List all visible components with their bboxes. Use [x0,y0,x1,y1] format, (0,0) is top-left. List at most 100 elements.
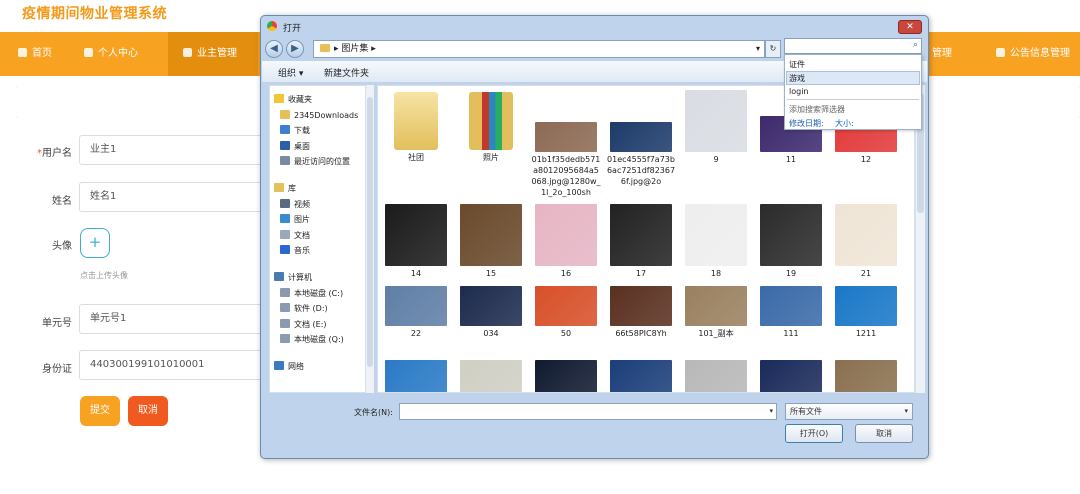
id-field[interactable]: 440300199101010001 [79,350,279,380]
nav-profile[interactable]: 个人中心 [84,32,154,76]
file-item[interactable] [531,360,601,392]
sidebar-item-label: 软件 (D:) [294,304,328,314]
organize-menu[interactable]: 组织 ▾ [278,66,303,79]
file-name: 15 [485,269,497,278]
refresh-button[interactable]: ↻ [765,40,781,58]
file-item[interactable] [456,360,526,392]
name-field[interactable]: 姓名1 [79,182,279,212]
image-thumbnail [610,122,672,152]
sidebar-item[interactable]: 文档 (E:) [280,317,327,332]
sidebar-item[interactable]: 软件 (D:) [280,301,328,316]
sidebar-item[interactable]: 库 [274,181,296,196]
file-item[interactable]: 18 [681,204,751,279]
sidebar-item-label: 收藏夹 [288,95,312,104]
file-item[interactable]: 22 [381,286,451,339]
library-icon [274,183,284,192]
nav-announcement[interactable]: 公告信息管理 [996,32,1080,76]
address-bar[interactable]: ▸ 图片集 ▸ ▾ [313,40,765,58]
suggestion-item[interactable]: login [789,87,809,96]
file-item[interactable] [381,360,451,392]
new-folder-button[interactable]: 新建文件夹 [324,66,369,79]
submit-button[interactable]: 提交 [80,396,120,426]
file-item[interactable] [606,360,676,392]
cancel-button[interactable]: 取消 [128,396,168,426]
sidebar-item[interactable]: 音乐 [280,243,310,258]
sidebar-item[interactable]: 下载 [280,123,310,138]
scrollbar-thumb[interactable] [367,97,373,367]
filter-date-link[interactable]: 修改日期: [789,118,824,129]
file-item[interactable]: 19 [756,204,826,279]
sidebar-item[interactable]: 桌面 [280,139,310,154]
file-item[interactable]: 50 [531,286,601,339]
notice-icon [996,48,1005,57]
sidebar-item[interactable]: 网络 [274,359,304,374]
desktop-icon [280,140,290,150]
username-field[interactable]: 业主1 [79,135,279,165]
forward-button[interactable]: ▶ [286,40,304,58]
open-button[interactable]: 打开(O) [785,424,843,443]
dialog-titlebar[interactable]: 打开 ✕ [261,16,928,38]
user-icon [84,48,93,57]
file-item[interactable]: 17 [606,204,676,279]
folder-item[interactable]: 照片 [456,90,526,163]
file-item[interactable]: 01ec4555f7a73b6ac7251df823676f.jpg@2o [606,90,676,187]
file-item[interactable]: 21 [831,204,901,279]
file-item[interactable]: 034 [456,286,526,339]
sidebar-item[interactable]: 图片 [280,212,310,227]
computer-icon [274,272,284,281]
sidebar-item[interactable]: 文档 [280,228,310,243]
nav-management[interactable]: 管理 [932,32,972,76]
file-item[interactable]: 111 [756,286,826,339]
file-item[interactable] [831,360,901,392]
close-button[interactable]: ✕ [898,20,922,34]
folder-item[interactable]: 社团 [381,90,451,163]
nav-owner-management[interactable]: 业主管理 [168,32,258,76]
sidebar-item[interactable]: 本地磁盘 (C:) [280,286,343,301]
document-icon [280,229,290,239]
sidebar-item[interactable]: 计算机 [274,270,312,285]
filename-input[interactable]: ▾ [399,403,777,420]
file-item[interactable] [681,360,751,392]
file-item[interactable]: 15 [456,204,526,279]
sidebar-item[interactable]: 视频 [280,197,310,212]
back-button[interactable]: ◀ [265,40,283,58]
address-sep: ▸ [334,44,339,54]
image-thumbnail [835,360,897,392]
search-icon[interactable]: ⌕ [913,40,918,50]
file-item[interactable]: 9 [681,90,751,165]
file-item[interactable]: 01b1f35dedb571a8012095684a5068.jpg@1280w… [531,90,601,198]
sidebar-item-label: 计算机 [288,273,312,282]
file-item[interactable]: 1211 [831,286,901,339]
nav-home[interactable]: 首页 [18,32,68,76]
sidebar-item[interactable]: 本地磁盘 (Q:) [280,332,344,347]
suggestion-item[interactable]: 游戏 [789,73,805,84]
image-thumbnail [760,204,822,266]
sidebar-item[interactable]: 收藏夹 [274,92,312,107]
sidebar-scrollbar[interactable] [365,85,374,393]
image-thumbnail [685,360,747,392]
chevron-down-icon[interactable]: ▾ [769,407,773,415]
unit-label: 单元号 [42,318,72,329]
sidebar-item[interactable]: 2345Downloads [280,108,358,123]
sidebar-item[interactable]: 最近访问的位置 [280,154,350,169]
image-thumbnail [760,360,822,392]
unit-field[interactable]: 单元号1 [79,304,279,334]
sidebar-item-label: 下载 [294,126,310,136]
file-item[interactable]: 66t58PIC8Yh [606,286,676,339]
address-dropdown-icon[interactable]: ▾ [756,41,760,57]
suggestion-item[interactable]: 证件 [789,59,805,70]
filetype-select[interactable]: 所有文件 ▾ [785,403,913,420]
dialog-cancel-button[interactable]: 取消 [855,424,913,443]
home-icon [18,48,27,57]
file-item[interactable]: 16 [531,204,601,279]
folder-icon [320,44,330,52]
avatar-upload-button[interactable]: + [80,228,110,258]
file-item[interactable] [756,360,826,392]
file-name: 101_副本 [698,329,734,338]
file-list-scrollbar[interactable] [915,85,925,393]
search-field[interactable]: ⌕ [784,38,922,54]
file-item[interactable]: 14 [381,204,451,279]
owner-icon [183,48,192,57]
file-item[interactable]: 101_副本 [681,286,751,339]
filter-size-link[interactable]: 大小: [835,118,854,129]
